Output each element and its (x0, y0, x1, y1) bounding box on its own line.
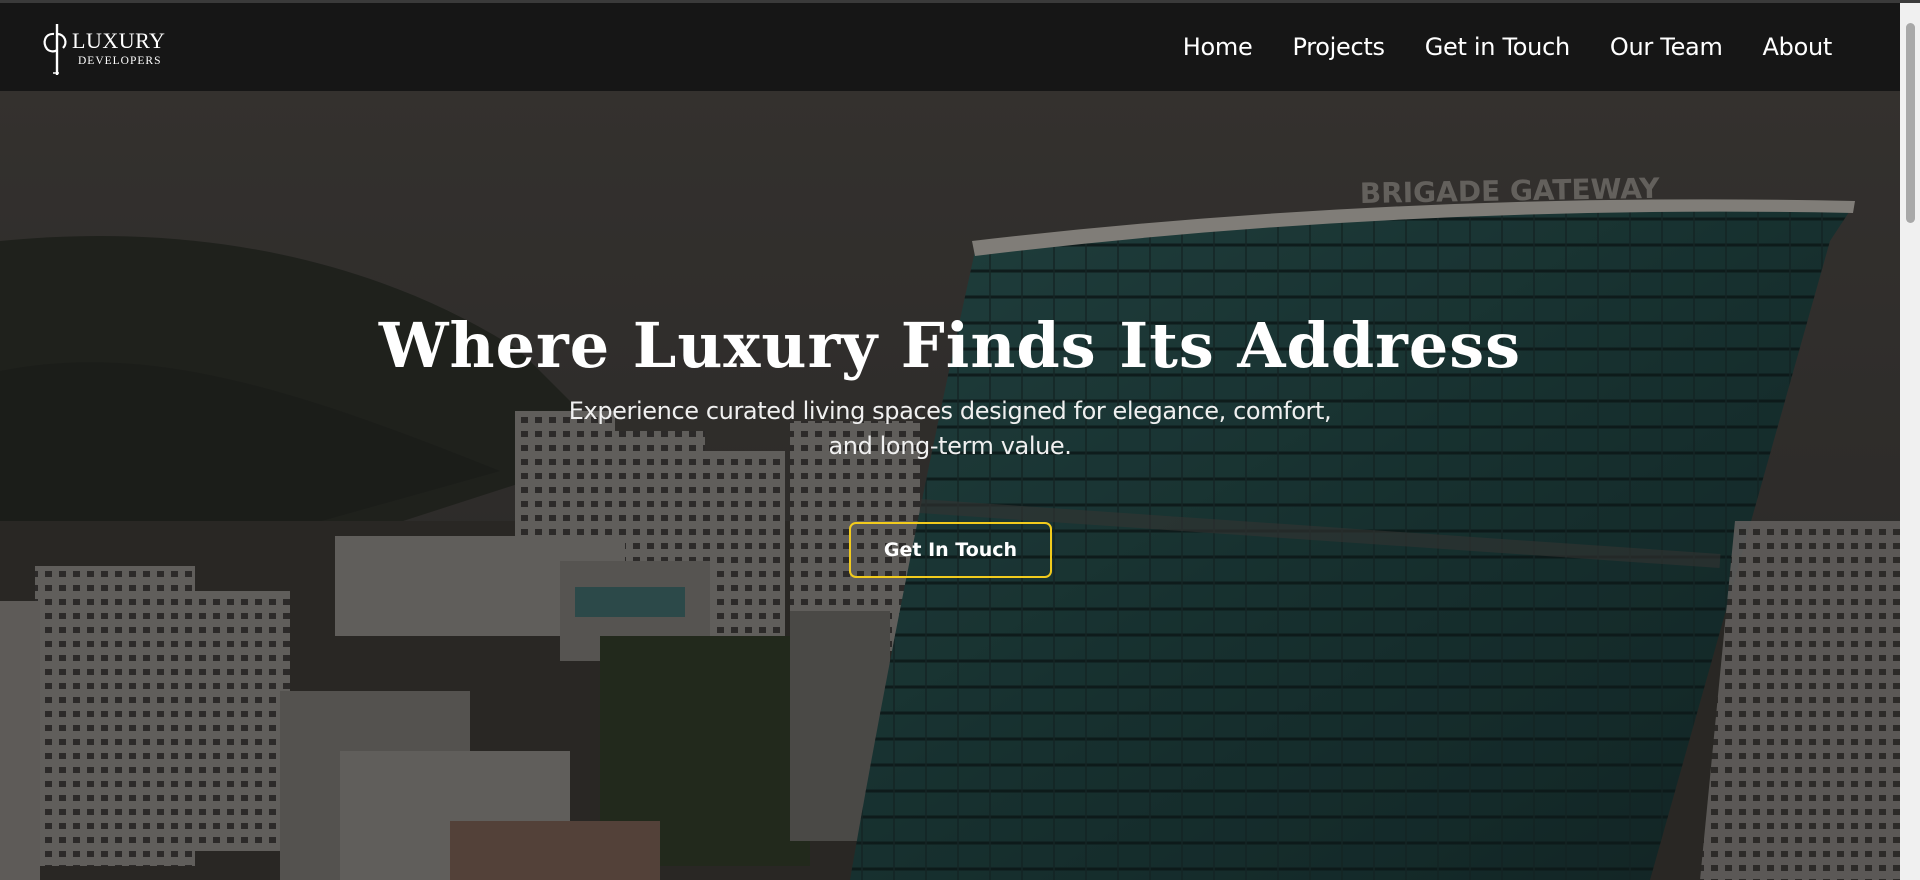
nav-link-home[interactable]: Home (1183, 33, 1253, 61)
get-in-touch-button[interactable]: Get In Touch (849, 522, 1052, 578)
nav-link-projects[interactable]: Projects (1292, 33, 1385, 61)
top-border (0, 0, 1920, 3)
navbar: LUXURY DEVELOPERS Home Projects Get in T… (0, 3, 1900, 91)
scrollbar-thumb[interactable] (1906, 23, 1915, 223)
logo-line2: DEVELOPERS (78, 55, 162, 68)
logo-wordmark: LUXURY DEVELOPERS (72, 30, 165, 68)
main-nav: Home Projects Get in Touch Our Team Abou… (1143, 3, 1833, 91)
hero-subtitle: Experience curated living spaces designe… (568, 397, 1332, 460)
nav-link-about[interactable]: About (1763, 33, 1833, 61)
nav-link-our-team[interactable]: Our Team (1610, 33, 1723, 61)
nav-link-get-in-touch[interactable]: Get in Touch (1425, 33, 1571, 61)
logo-emblem-icon (43, 24, 67, 75)
hero-title: Where Luxury Finds Its Address (378, 309, 1522, 382)
logo-line1: LUXURY (72, 28, 166, 54)
hero-section: BRIGADE GATEWAY Where Luxury Finds Its A… (0, 91, 1900, 880)
page-scrollbar[interactable] (1900, 3, 1920, 880)
hero-content: Where Luxury Finds Its Address Experienc… (0, 91, 1900, 880)
brand-logo[interactable]: LUXURY DEVELOPERS (40, 21, 170, 77)
